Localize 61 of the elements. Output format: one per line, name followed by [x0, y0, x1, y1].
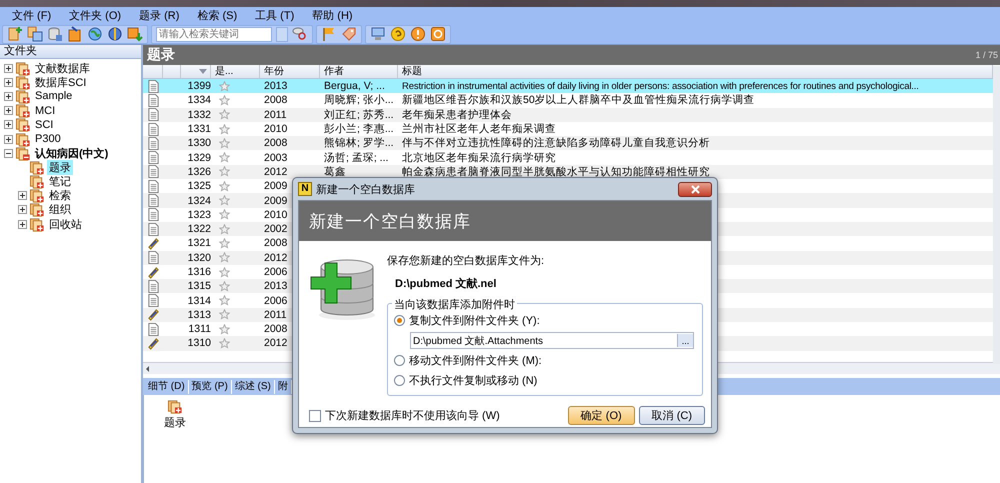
- table-cell-text: Restriction in instrumental activities of daily living in older persons: association with preferences for routines and psychological...: [401, 80, 919, 92]
- table-cell-text: 2011: [263, 308, 287, 321]
- table-cell-text: 1320: [186, 252, 211, 264]
- table-cell-text: 1322: [186, 223, 211, 236]
- table-cell-text: 2013: [263, 280, 288, 292]
- table-cell-text: 老年痴呆患者护理体会: [401, 108, 512, 122]
- panel-title: 题录: [147, 46, 175, 64]
- window-title: 新建一个空白数据库: [316, 182, 416, 196]
- dialog-heading: 新建一个空白数据库: [299, 201, 711, 241]
- table-cell-text: 1311: [187, 323, 211, 336]
- table-cell-text: 2003: [263, 152, 288, 164]
- table-cell-text: 北京地区老年痴呆流行病学研究: [401, 150, 556, 165]
- group-label: 当向该数据库添加附件时: [392, 297, 517, 312]
- table-cell-text: 2012: [263, 337, 288, 350]
- page-counter: 1 / 75: [975, 50, 998, 60]
- table-cell-text: 2008: [263, 137, 288, 150]
- table-cell-text: 1329: [186, 152, 211, 164]
- app-icon: N: [298, 182, 312, 196]
- table-cell-text: 1323: [186, 208, 211, 221]
- table-cell-text: 2012: [263, 166, 288, 178]
- table-cell-text: 熊锦林; 罗学...: [323, 136, 394, 150]
- panel-title: 文件夹: [0, 45, 141, 59]
- table-cell-text: 1316: [186, 266, 211, 278]
- table-cell-text: 1326: [186, 166, 211, 178]
- table-cell-text: 葛鑫: [323, 164, 346, 179]
- table-cell-text: 彭小兰; 李惠...: [323, 122, 394, 136]
- table-cell-text: 帕金森病患者脑脊液同型半胱氨酸水平与认知功能障碍相性研究: [401, 164, 710, 179]
- table-cell-text: 1315: [186, 280, 211, 292]
- table-cell-text: 1321: [186, 237, 211, 250]
- table-cell-text: 2008: [263, 94, 288, 106]
- table-cell-text: 周晓辉; 张小...: [323, 93, 394, 108]
- table-cell-text: 汤哲; 孟琛; ...: [323, 150, 388, 165]
- table-cell-text: 2006: [263, 294, 288, 307]
- table-cell-text: 2002: [263, 223, 288, 236]
- table-cell-text: 2011: [263, 108, 287, 121]
- table-cell-text: 1314: [186, 294, 211, 307]
- table-cell-text: 2010: [263, 208, 288, 221]
- table-cell-text: 伴与不伴对立违抗性障碍的注意缺陷多动障碍儿童自我意识分析: [401, 136, 710, 150]
- file-path: D:\pubmed 文献.nel: [395, 276, 498, 291]
- prompt-text: 保存您新建的空白数据库文件为:: [387, 254, 546, 268]
- table-cell-text: 1330: [186, 137, 211, 150]
- table-cell-text: 2008: [263, 237, 288, 250]
- table-cell-text: 1334: [186, 94, 211, 106]
- table-cell-text: 2009: [263, 180, 288, 192]
- table-cell-text: 2006: [263, 266, 288, 278]
- table-cell-text: 2013: [263, 80, 288, 92]
- table-cell-text: 2008: [263, 323, 288, 336]
- table-cell-text: 1310: [186, 337, 211, 350]
- table-cell-text: 1324: [186, 194, 211, 207]
- table-cell-text: 1399: [186, 80, 211, 92]
- table-cell-text: 2009: [263, 194, 288, 207]
- table-cell-text: 兰州市社区老年人老年痴呆调查: [401, 122, 556, 136]
- table-cell-text: 1313: [186, 308, 211, 321]
- table-cell-text: 1325: [186, 180, 211, 192]
- table-cell-text: 2012: [263, 252, 288, 264]
- table-cell-text: Bergua, V; ...: [323, 80, 385, 92]
- table-cell-text: 1332: [186, 108, 211, 121]
- table-cell-text: 1331: [186, 123, 211, 136]
- table-cell-text: 新疆地区维吾尔族和汉族50岁以上人群脑卒中及血管性痴呆流行病学调查: [401, 93, 755, 108]
- table-cell-text: 2010: [263, 123, 288, 136]
- table-cell-text: 刘正红; 苏秀...: [323, 108, 394, 122]
